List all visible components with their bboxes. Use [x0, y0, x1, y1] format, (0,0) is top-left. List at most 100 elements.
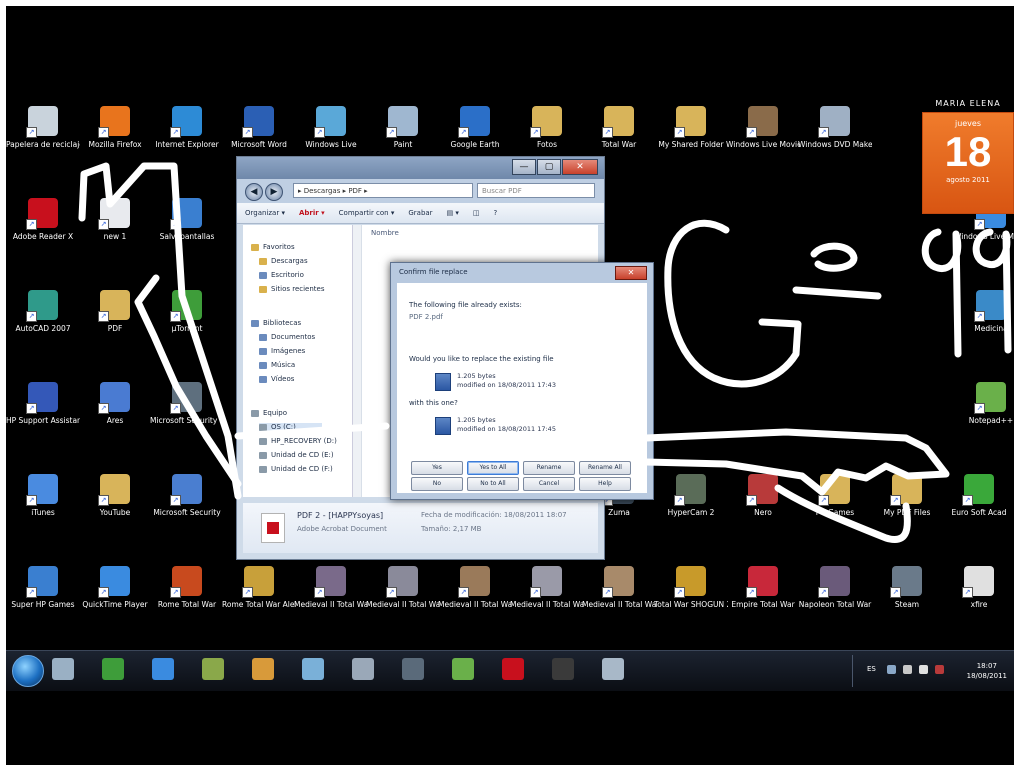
desktop-shortcut[interactable]: ↗ Medieval II Total War Crusades [582, 566, 656, 609]
media-player-icon[interactable] [152, 658, 174, 680]
desktop-shortcut[interactable]: ↗ Microsoft Security [150, 474, 224, 517]
calendar-gadget[interactable]: MARIA ELENA jueves 18 agosto 2011 [922, 99, 1014, 214]
explorer-window-icon[interactable] [602, 658, 624, 680]
network-icon[interactable] [903, 665, 912, 674]
desktop-shortcut[interactable]: ↗ PC Games [798, 474, 872, 517]
desktop-shortcut[interactable]: ↗ HP Support Assistant [6, 382, 80, 425]
desktop-shortcut[interactable]: ↗ Salvapantallas [150, 198, 224, 241]
media-icon[interactable] [402, 658, 424, 680]
desktop-shortcut[interactable]: ↗ Total War SHOGUN 2 [654, 566, 728, 609]
desktop-shortcut[interactable]: ↗ My Shared Folder [654, 106, 728, 149]
nav-videos[interactable]: Vídeos [259, 375, 294, 383]
desktop-shortcut[interactable]: ↗ µTorrent [150, 290, 224, 333]
desktop-shortcut[interactable]: ↗ Ares [78, 382, 152, 425]
nav-drive-f[interactable]: Unidad de CD (F:) [259, 465, 333, 473]
share-menu[interactable]: Compartir con ▾ [339, 209, 395, 217]
nav-pictures[interactable]: Imágenes [259, 347, 305, 355]
desktop-shortcut[interactable]: ↗ Medieval II Total War Americas [366, 566, 440, 609]
desktop-shortcut[interactable]: ↗ QuickTime Player [78, 566, 152, 609]
start-button[interactable] [12, 655, 44, 687]
nav-libraries[interactable]: Bibliotecas [251, 319, 301, 327]
forward-button[interactable]: ▶ [265, 183, 283, 201]
volume-icon[interactable] [919, 665, 928, 674]
desktop-shortcut[interactable]: ↗ Empire Total War [726, 566, 800, 609]
power-icon[interactable] [935, 665, 944, 674]
nav-drive-d[interactable]: HP_RECOVERY (D:) [259, 437, 337, 445]
no-button[interactable]: No [411, 477, 463, 491]
nav-documents[interactable]: Documentos [259, 333, 315, 341]
search-input[interactable]: Buscar PDF [477, 183, 595, 198]
desktop-shortcut[interactable]: ↗ Windows DVD Maker [798, 106, 872, 149]
desktop-shortcut[interactable]: ↗ Microsoft Security Essentials [150, 382, 224, 425]
language-indicator[interactable]: ES [867, 665, 881, 674]
messenger-icon[interactable] [302, 658, 324, 680]
cancel-button[interactable]: Cancel [523, 477, 575, 491]
explorer-icon[interactable] [352, 658, 374, 680]
nav-music[interactable]: Música [259, 361, 295, 369]
desktop-shortcut[interactable]: ↗ Papelera de reciclaje [6, 106, 80, 149]
desktop-shortcut[interactable]: ↗ xfire [942, 566, 1014, 609]
desktop-shortcut[interactable]: ↗ Rome Total War [150, 566, 224, 609]
nav-downloads[interactable]: Descargas [259, 257, 308, 265]
minimize-button[interactable]: — [512, 159, 536, 175]
desktop-shortcut[interactable]: ↗ Napoleon Total War [798, 566, 872, 609]
view-options-icon[interactable]: ▤ ▾ [447, 209, 459, 217]
desktop-shortcut[interactable]: ↗ Rome Total War Alexander [222, 566, 296, 609]
explorer-titlebar[interactable]: — ▢ ✕ [237, 157, 604, 179]
dialog-close-button[interactable]: ✕ [615, 266, 647, 280]
taskbar-clock[interactable]: 18:07 18/08/2011 [967, 661, 1007, 681]
desktop-shortcut[interactable]: ↗ Windows Live Movie Maker [726, 106, 800, 149]
paint-icon[interactable] [252, 658, 274, 680]
hypercam-icon[interactable] [52, 658, 74, 680]
column-header-name[interactable]: Nombre [371, 229, 399, 237]
desktop-shortcut[interactable]: ↗ Internet Explorer [150, 106, 224, 149]
desktop-shortcut[interactable]: ↗ Microsoft Word [222, 106, 296, 149]
close-button[interactable]: ✕ [562, 159, 598, 175]
desktop-shortcut[interactable]: ↗ AutoCAD 2007 [6, 290, 80, 333]
desktop-shortcut[interactable]: ↗ Adobe Reader X [6, 198, 80, 241]
desktop-shortcut[interactable]: ↗ Paint [366, 106, 440, 149]
desktop-shortcut[interactable]: ↗ HyperCam 2 [654, 474, 728, 517]
confirm-replace-dialog[interactable]: Confirm file replace ✕ The following fil… [390, 262, 654, 500]
desktop-shortcut[interactable]: ↗ iTunes [6, 474, 80, 517]
organize-menu[interactable]: Organizar ▾ [245, 209, 285, 217]
desktop-shortcut[interactable]: ↗ Windows Live [294, 106, 368, 149]
desktop-shortcut[interactable]: ↗ PDF [78, 290, 152, 333]
yes-button[interactable]: Yes [411, 461, 463, 475]
desktop-shortcut[interactable]: ↗ Mozilla Firefox [78, 106, 152, 149]
desktop-shortcut[interactable]: ↗ Nero [726, 474, 800, 517]
nav-drive-c[interactable]: OS (C:) [259, 423, 322, 431]
desktop[interactable]: ↗ Papelera de reciclaje ↗ Mozilla Firefox ↗ I… [6, 6, 1014, 765]
help-icon[interactable]: ? [494, 209, 498, 217]
desktop-shortcut[interactable]: ↗ Medieval II Total War Teutonic [510, 566, 584, 609]
yes-to-all-button[interactable]: Yes to All [467, 461, 519, 475]
nav-favorites[interactable]: Favoritos [251, 243, 295, 251]
maximize-button[interactable]: ▢ [537, 159, 561, 175]
desktop-shortcut[interactable]: ↗ YouTube [78, 474, 152, 517]
nav-computer[interactable]: Equipo [251, 409, 287, 417]
back-button[interactable]: ◀ [245, 183, 263, 201]
adobe-reader-icon[interactable] [502, 658, 524, 680]
nav-desktop[interactable]: Escritorio [259, 271, 304, 279]
plant-icon[interactable] [452, 658, 474, 680]
rename-button[interactable]: Rename [523, 461, 575, 475]
no-to-all-button[interactable]: No to All [467, 477, 519, 491]
address-bar[interactable]: ▸ Descargas ▸ PDF ▸ [293, 183, 473, 198]
open-menu[interactable]: Abrir ▾ [299, 209, 325, 217]
nav-recent-places[interactable]: Sitios recientes [259, 285, 325, 293]
utorrent-icon[interactable] [102, 658, 124, 680]
desktop-shortcut[interactable]: ↗ Total War [582, 106, 656, 149]
desktop-shortcut[interactable]: ↗ Medieval II Total War [294, 566, 368, 609]
help-button[interactable]: Help [579, 477, 631, 491]
winamp-icon[interactable] [552, 658, 574, 680]
show-hidden-icons-icon[interactable] [887, 665, 896, 674]
desktop-shortcut[interactable]: ↗ Medieval II Total War Britannia [438, 566, 512, 609]
desktop-shortcut[interactable]: ↗ Google Earth [438, 106, 512, 149]
desktop-shortcut[interactable]: ↗ Super HP Games [6, 566, 80, 609]
burn-button[interactable]: Grabar [408, 209, 432, 217]
notepad-icon[interactable] [202, 658, 224, 680]
desktop-shortcut[interactable]: ↗ new 1 [78, 198, 152, 241]
dialog-titlebar[interactable]: Confirm file replace ✕ [391, 263, 653, 281]
navigation-scrollbar[interactable] [352, 225, 361, 497]
desktop-shortcut[interactable]: ↗ Notepad++ [954, 382, 1014, 425]
